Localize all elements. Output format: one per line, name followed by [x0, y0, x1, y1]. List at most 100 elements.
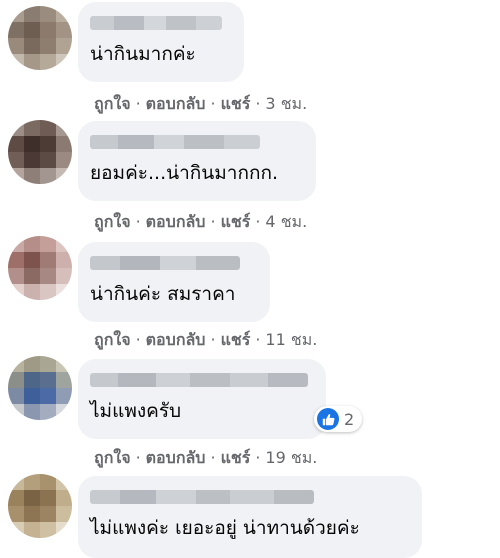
share-link[interactable]: แชร์ [221, 330, 251, 349]
avatar-pixel [56, 356, 72, 372]
avatar-pixel [56, 474, 72, 490]
comment-actions: ถูกใจ · ตอบกลับ · แชร์ · 11 ชม. [94, 330, 318, 349]
avatar-pixel [24, 474, 40, 490]
avatar-pixel [56, 404, 72, 420]
reaction-summary[interactable]: 2 [314, 406, 363, 432]
avatar-pixel [8, 404, 24, 420]
avatar-pixel [40, 356, 56, 372]
comment-bubble: น่ากินค่ะ สมราคา [78, 242, 270, 322]
avatar-pixel [40, 506, 56, 522]
comment-actions: ถูกใจ · ตอบกลับ · แชร์ · 3 ชม. [94, 94, 308, 113]
comment-bubble: น่ากินมากค่ะ [78, 2, 244, 82]
avatar[interactable] [8, 120, 72, 184]
avatar-pixel [56, 54, 72, 70]
avatar-pixel [40, 168, 56, 184]
avatar-pixel [40, 388, 56, 404]
avatar[interactable] [8, 6, 72, 70]
avatar-pixel [24, 284, 40, 300]
share-link[interactable]: แชร์ [221, 212, 251, 231]
avatar-pixel [40, 474, 56, 490]
comment-bubble: ไม่แพงค่ะ เยอะอยู่ น่าทานด้วยค่ะ [78, 476, 422, 558]
avatar-pixel [8, 152, 24, 168]
avatar-pixel [40, 490, 56, 506]
avatar[interactable] [8, 474, 72, 538]
commenter-name-blurred[interactable] [90, 16, 222, 30]
avatar-pixel [8, 506, 24, 522]
commenter-name-blurred[interactable] [90, 373, 308, 387]
timestamp[interactable]: 11 ชม. [265, 330, 317, 349]
avatar-pixel [40, 120, 56, 136]
avatar[interactable] [8, 356, 72, 420]
share-link[interactable]: แชร์ [221, 94, 251, 113]
avatar-pixel [8, 236, 24, 252]
avatar-pixel [8, 474, 24, 490]
like-link[interactable]: ถูกใจ [94, 212, 131, 231]
avatar-pixel [40, 22, 56, 38]
avatar-pixel [40, 6, 56, 22]
avatar-pixel [56, 38, 72, 54]
reaction-count: 2 [344, 409, 355, 429]
avatar-pixel [8, 168, 24, 184]
avatar-pixel [40, 136, 56, 152]
avatar-pixel [40, 54, 56, 70]
avatar-pixel [8, 388, 24, 404]
avatar-pixel [8, 372, 24, 388]
avatar-pixel [24, 236, 40, 252]
comment-text: น่ากินค่ะ สมราคา [90, 283, 236, 305]
avatar-pixel [24, 120, 40, 136]
avatar-pixel [40, 522, 56, 538]
avatar-pixel [24, 168, 40, 184]
avatar-pixel [8, 284, 24, 300]
timestamp[interactable]: 19 ชม. [265, 448, 317, 467]
comment-text: ไม่แพงค่ะ เยอะอยู่ น่าทานด้วยค่ะ [90, 517, 360, 539]
commenter-name-blurred[interactable] [90, 135, 260, 149]
commenter-name-blurred[interactable] [90, 256, 240, 270]
avatar-pixel [24, 136, 40, 152]
reply-link[interactable]: ตอบกลับ [146, 212, 206, 231]
avatar-pixel [56, 136, 72, 152]
avatar-pixel [24, 490, 40, 506]
avatar-pixel [24, 404, 40, 420]
comment-actions: ถูกใจ · ตอบกลับ · แชร์ · 4 ชม. [94, 212, 308, 231]
commenter-name-blurred[interactable] [90, 490, 314, 504]
avatar-pixel [24, 522, 40, 538]
timestamp[interactable]: 4 ชม. [265, 212, 307, 231]
avatar[interactable] [8, 236, 72, 300]
avatar-pixel [40, 38, 56, 54]
avatar-pixel [24, 6, 40, 22]
avatar-pixel [8, 6, 24, 22]
avatar-pixel [8, 120, 24, 136]
avatar-pixel [40, 268, 56, 284]
avatar-pixel [56, 236, 72, 252]
avatar-pixel [56, 168, 72, 184]
avatar-pixel [56, 268, 72, 284]
avatar-pixel [24, 252, 40, 268]
avatar-pixel [8, 38, 24, 54]
like-link[interactable]: ถูกใจ [94, 94, 131, 113]
avatar-pixel [8, 356, 24, 372]
timestamp[interactable]: 3 ชม. [265, 94, 307, 113]
avatar-pixel [40, 284, 56, 300]
like-link[interactable]: ถูกใจ [94, 448, 131, 467]
avatar-pixel [8, 54, 24, 70]
avatar-pixel [56, 522, 72, 538]
comment-actions: ถูกใจ · ตอบกลับ · แชร์ · 19 ชม. [94, 448, 318, 467]
like-link[interactable]: ถูกใจ [94, 330, 131, 349]
avatar-pixel [40, 152, 56, 168]
reply-link[interactable]: ตอบกลับ [146, 448, 206, 467]
avatar-pixel [24, 54, 40, 70]
share-link[interactable]: แชร์ [221, 448, 251, 467]
avatar-pixel [56, 120, 72, 136]
avatar-pixel [24, 152, 40, 168]
avatar-pixel [8, 22, 24, 38]
avatar-pixel [40, 236, 56, 252]
avatar-pixel [24, 372, 40, 388]
avatar-pixel [8, 522, 24, 538]
avatar-pixel [56, 284, 72, 300]
avatar-pixel [24, 22, 40, 38]
avatar-pixel [40, 252, 56, 268]
avatar-pixel [24, 268, 40, 284]
reply-link[interactable]: ตอบกลับ [146, 330, 206, 349]
avatar-pixel [40, 372, 56, 388]
reply-link[interactable]: ตอบกลับ [146, 94, 206, 113]
